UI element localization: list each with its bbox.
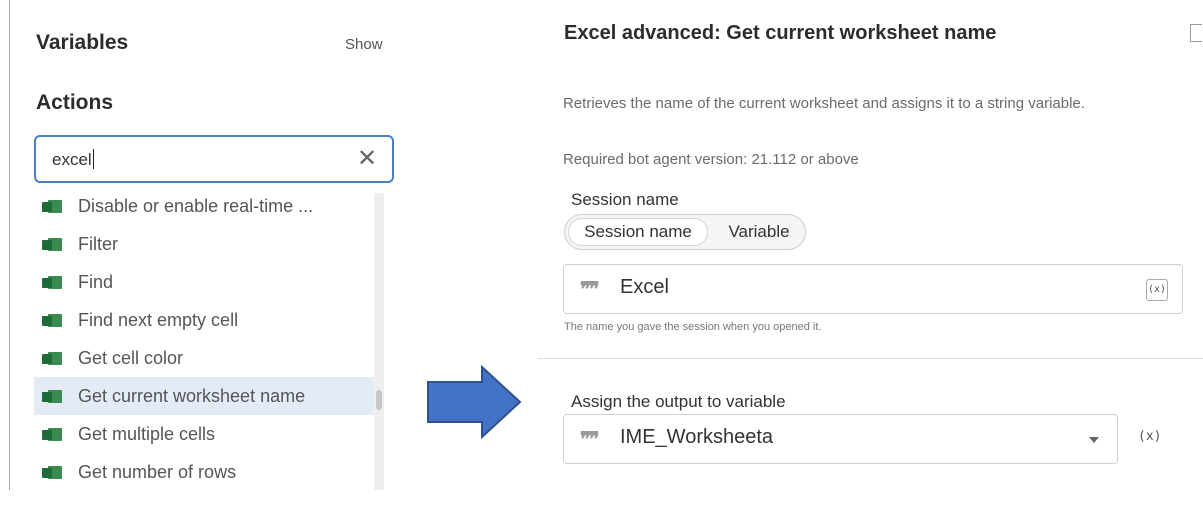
list-item-label: Find next empty cell	[78, 309, 239, 330]
list-item[interactable]: Get number of rows	[34, 453, 374, 490]
list-item[interactable]: Disable or enable real-time ...	[34, 193, 374, 225]
list-item-label: Get number of rows	[78, 461, 237, 482]
output-variable-label: Assign the output to variable	[571, 392, 786, 411]
toggle-variable[interactable]: Variable	[717, 218, 801, 246]
variables-heading: Variables	[36, 31, 129, 54]
session-name-label: Session name	[571, 190, 679, 209]
list-item[interactable]: Get cell color	[34, 339, 374, 377]
output-variable-value: IME_Worksheeta	[620, 426, 774, 448]
list-scrollbar[interactable]	[374, 193, 384, 490]
quote-icon: ❞❞	[580, 429, 599, 451]
actions-heading: Actions	[36, 91, 114, 114]
list-item-label: Filter	[78, 233, 118, 254]
list-item-label: Get multiple cells	[78, 423, 216, 444]
toggle-session-name[interactable]: Session name	[568, 218, 708, 246]
list-item[interactable]: Filter	[34, 225, 374, 263]
action-description: Retrieves the name of the current worksh…	[563, 95, 1085, 112]
list-item[interactable]: Get multiple cells	[34, 415, 374, 453]
output-variable-select[interactable]: ❞❞ IME_Worksheeta	[563, 414, 1118, 464]
excel-icon	[42, 275, 62, 290]
scrollbar-thumb[interactable]	[376, 390, 382, 410]
expand-icon[interactable]	[1190, 24, 1202, 42]
list-item[interactable]: Find next empty cell	[34, 301, 374, 339]
show-link[interactable]: Show	[345, 36, 383, 53]
panel-border	[9, 0, 10, 490]
list-item-label: Find	[78, 271, 114, 292]
excel-icon	[42, 351, 62, 366]
session-source-toggle: Session name Variable	[564, 214, 806, 250]
list-item-selected[interactable]: Get current worksheet name	[34, 377, 374, 415]
close-icon[interactable]: ✕	[354, 145, 380, 173]
quote-icon: ❞❞	[580, 279, 599, 301]
list-item-label: Get cell color	[78, 347, 184, 368]
action-list: Disable or enable real-time ... Filter F…	[34, 193, 374, 490]
excel-icon	[42, 389, 62, 404]
search-value: excel	[52, 149, 94, 169]
action-search-input[interactable]: excel ✕	[34, 135, 394, 183]
excel-icon	[42, 465, 62, 480]
session-name-input[interactable]: ❞❞ Excel (x)	[563, 264, 1183, 314]
insert-variable-button[interactable]: (x)	[1146, 279, 1168, 301]
right-arrow-icon	[427, 365, 522, 439]
chevron-down-icon[interactable]	[1089, 437, 1099, 443]
list-item-label: Get current worksheet name	[78, 385, 306, 406]
excel-icon	[42, 313, 62, 328]
excel-icon	[42, 237, 62, 252]
insert-variable-button[interactable]: (x)	[1138, 429, 1161, 444]
list-item[interactable]: Find	[34, 263, 374, 301]
session-name-value: Excel	[620, 276, 669, 298]
action-title: Excel advanced: Get current worksheet na…	[564, 22, 997, 44]
excel-icon	[42, 427, 62, 442]
section-divider	[538, 358, 1203, 359]
required-version: Required bot agent version: 21.112 or ab…	[563, 151, 859, 168]
session-name-hint: The name you gave the session when you o…	[564, 321, 822, 333]
excel-icon	[42, 199, 62, 214]
list-item-label: Disable or enable real-time ...	[78, 195, 314, 216]
